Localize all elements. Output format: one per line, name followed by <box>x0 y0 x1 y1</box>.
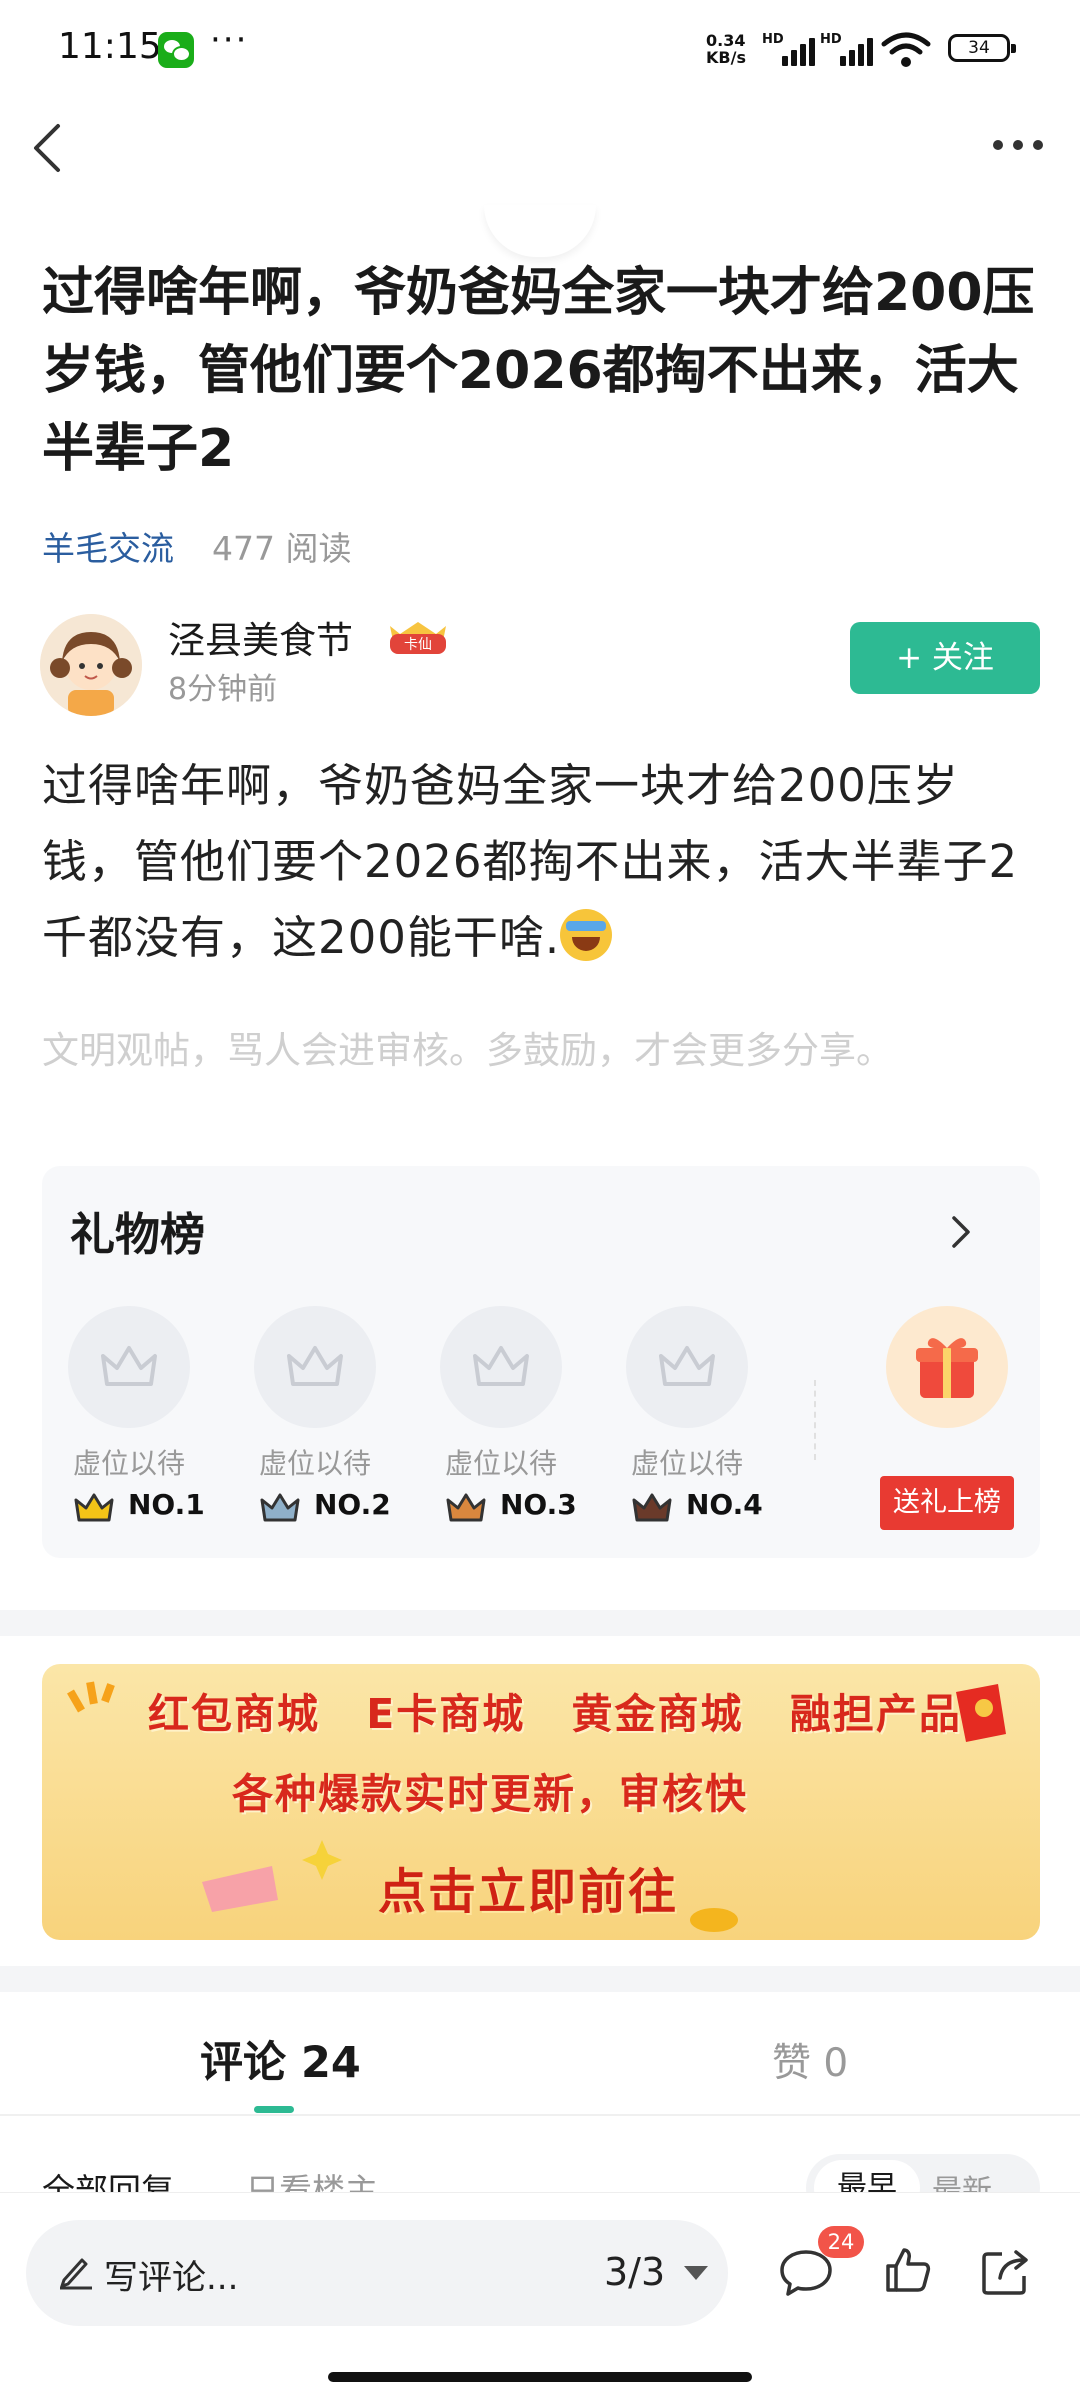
banner-line-3: 点击立即前往 <box>378 1864 679 1920</box>
banner-line-1: 红包商城 E卡商城 黄金商城 融担产品 <box>148 1690 962 1738</box>
crown-icon <box>632 1493 672 1522</box>
gift-slot-label: 虚位以待 <box>258 1447 371 1480</box>
gift-slot-2[interactable] <box>254 1306 376 1428</box>
crown-icon <box>659 1346 715 1386</box>
crown-icon <box>446 1493 486 1522</box>
gift-slot-label: 虚位以待 <box>72 1447 185 1480</box>
gift-slot-label: 虚位以待 <box>630 1447 743 1480</box>
battery-icon: 34 <box>948 34 1016 62</box>
post-body: 过得啥年啊，爷奶爸妈全家一块才给200压岁钱，管他们要个2026都掏不出来，活大… <box>42 748 1042 976</box>
tab-likes[interactable]: 赞 0 <box>772 2032 848 2088</box>
author-badge: 卡仙 <box>376 618 460 658</box>
crown-icon <box>101 1346 157 1386</box>
section-divider <box>0 1610 1080 1636</box>
author-avatar[interactable] <box>40 614 142 716</box>
rank-label: NO.1 <box>128 1488 205 1521</box>
post-time: 8分钟前 <box>168 672 278 707</box>
pull-handle <box>484 205 596 257</box>
read-count: 477 阅读 <box>212 529 352 568</box>
tab-indicator <box>254 2106 294 2113</box>
crown-icon <box>473 1346 529 1386</box>
network-speed: 0.34 KB/s <box>706 31 746 67</box>
status-time: 11:15 <box>58 26 162 67</box>
page-indicator[interactable]: 3/3 <box>604 2250 665 2294</box>
back-button[interactable] <box>28 118 68 178</box>
author-name[interactable]: 泾县美食节 <box>168 610 353 664</box>
divider <box>814 1380 816 1460</box>
signal-icon-2: HD <box>820 32 878 66</box>
crown-icon <box>74 1493 114 1522</box>
rank-label: NO.2 <box>314 1488 391 1521</box>
wechat-notification-icon <box>158 32 194 68</box>
post-body-text: 过得啥年啊，爷奶爸妈全家一块才给200压岁钱，管他们要个2026都掏不出来，活大… <box>42 759 1019 964</box>
gift-slot-1[interactable] <box>68 1306 190 1428</box>
comment-count-badge: 24 <box>818 2226 864 2258</box>
gift-slot-4[interactable] <box>626 1306 748 1428</box>
thumbs-up-icon[interactable] <box>884 2246 932 2294</box>
section-divider <box>0 1966 1080 1992</box>
gift-slot-3[interactable] <box>440 1306 562 1428</box>
tab-divider <box>0 2114 1080 2116</box>
tab-comments[interactable]: 评论 24 <box>200 2028 361 2090</box>
caret-down-icon[interactable] <box>684 2266 708 2280</box>
gift-slot-label: 虚位以待 <box>444 1447 557 1480</box>
gift-button[interactable] <box>886 1306 1008 1428</box>
crown-icon <box>260 1493 300 1522</box>
category-tag[interactable]: 羊毛交流 <box>42 522 174 570</box>
comment-input-placeholder[interactable]: 写评论... <box>104 2250 238 2299</box>
more-notifications-icon: ··· <box>210 20 249 60</box>
home-indicator[interactable] <box>328 2372 752 2382</box>
chevron-right-icon[interactable] <box>950 1212 974 1252</box>
send-gift-button[interactable]: 送礼上榜 <box>880 1476 1014 1530</box>
pen-icon <box>60 2258 92 2290</box>
banner-line-2: 各种爆款实时更新，审核快 <box>232 1770 748 1818</box>
share-icon[interactable] <box>980 2246 1030 2296</box>
wifi-icon <box>881 32 931 67</box>
rank-label: NO.3 <box>500 1488 577 1521</box>
signal-icon: HD <box>762 32 820 66</box>
more-options-button[interactable] <box>990 130 1046 160</box>
follow-button[interactable]: + 关注 <box>850 622 1040 694</box>
crying-face-icon <box>560 909 613 961</box>
gift-box-icon <box>916 1338 978 1398</box>
post-title: 过得啥年啊，爷奶爸妈全家一块才给200压岁钱，管他们要个2026都掏不出来，活大… <box>42 263 1035 479</box>
gift-board-title: 礼物榜 <box>70 1208 206 1261</box>
civility-note: 文明观帖，骂人会进审核。多鼓励，才会更多分享。 <box>42 1029 893 1072</box>
rank-label: NO.4 <box>686 1488 763 1521</box>
crown-icon <box>287 1346 343 1386</box>
svg-text:卡仙: 卡仙 <box>404 637 432 653</box>
